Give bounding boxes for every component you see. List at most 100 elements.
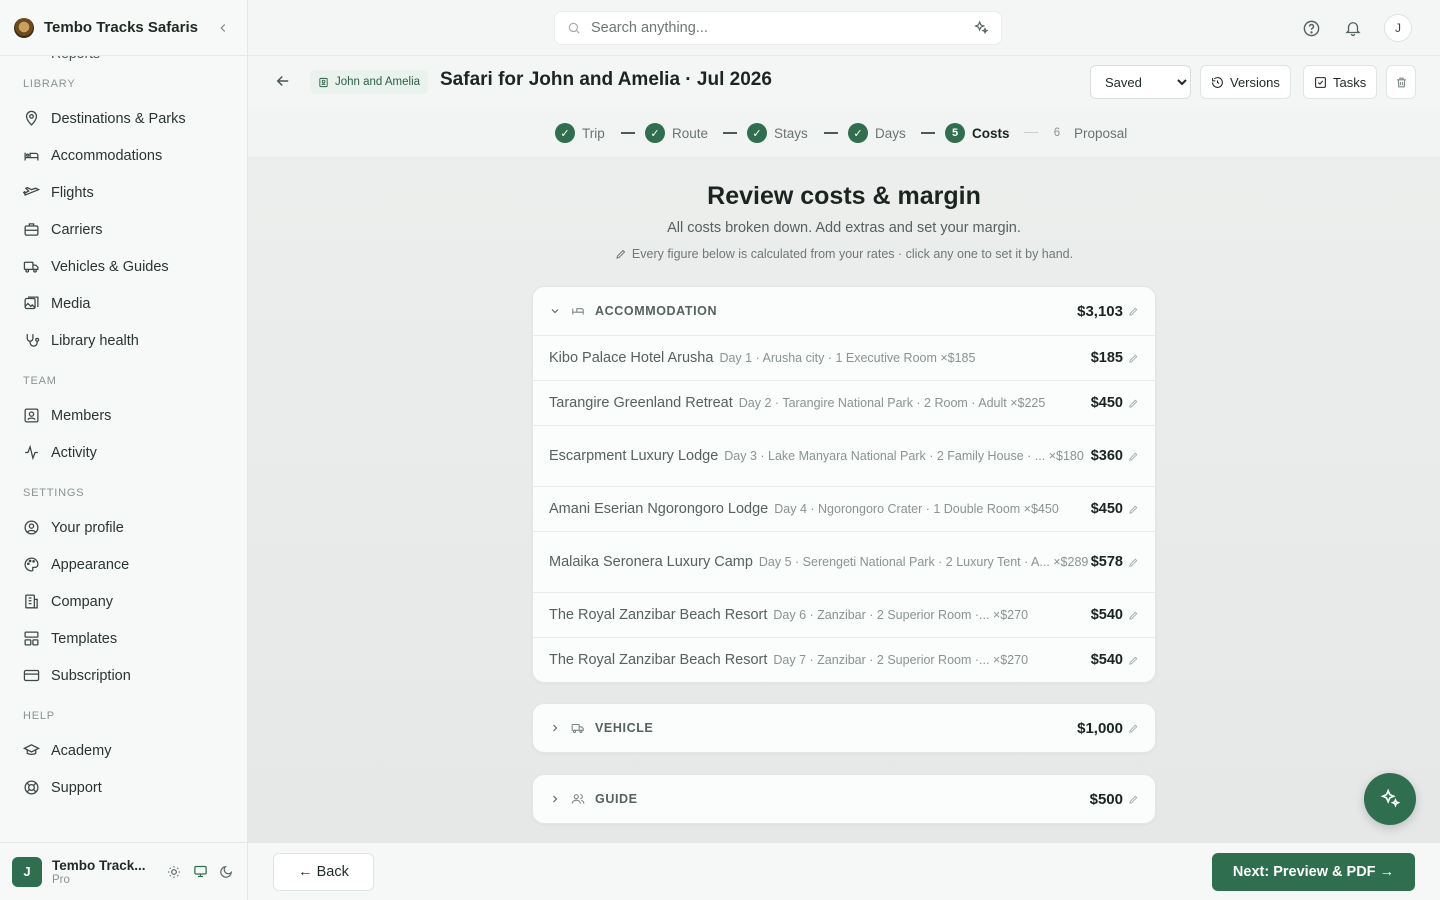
help-button[interactable] bbox=[1300, 17, 1322, 39]
sidebar-item-vehicles-guides[interactable]: Vehicles & Guides bbox=[0, 248, 247, 285]
workspace-avatar[interactable]: J bbox=[12, 856, 42, 887]
cost-row-description: Kibo Palace Hotel Arusha Day 1 · Arusha c… bbox=[549, 348, 1091, 368]
cost-amount[interactable]: $540 bbox=[1091, 652, 1123, 668]
category-total[interactable]: $3,103 bbox=[1077, 303, 1123, 320]
sidebar-item-your-profile[interactable]: Your profile bbox=[0, 509, 247, 546]
step-stays[interactable]: ✓ Stays bbox=[747, 122, 808, 144]
cost-amount[interactable]: $540 bbox=[1091, 607, 1123, 623]
theme-switcher bbox=[165, 863, 235, 881]
cost-row-description: The Royal Zanzibar Beach Resort Day 7 · Z… bbox=[549, 650, 1091, 670]
sidebar-item-appearance[interactable]: Appearance bbox=[0, 546, 247, 583]
sidebar-nav[interactable]: Reports LIBRARYDestinations & ParksAccom… bbox=[0, 40, 247, 842]
cost-row-description: Escarpment Luxury Lodge Day 3 · Lake Many… bbox=[549, 446, 1091, 466]
cost-amount[interactable]: $578 bbox=[1091, 554, 1123, 570]
edit-pencil-icon[interactable] bbox=[1128, 557, 1139, 568]
edit-pencil-icon[interactable] bbox=[1128, 504, 1139, 515]
map-pin-icon bbox=[22, 110, 40, 128]
sidebar-item-academy[interactable]: Academy bbox=[0, 732, 247, 769]
arrow-left-icon bbox=[276, 75, 289, 87]
sidebar-item-destinations-parks[interactable]: Destinations & Parks bbox=[0, 100, 247, 137]
accommodation-name: Escarpment Luxury Lodge bbox=[549, 448, 719, 464]
sidebar-item-members[interactable]: Members bbox=[0, 397, 247, 434]
back-button[interactable]: ← Back bbox=[273, 853, 374, 891]
sidebar-item-carriers[interactable]: Carriers bbox=[0, 211, 247, 248]
sidebar-item-templates[interactable]: Templates bbox=[0, 620, 247, 657]
sidebar-item-library-health[interactable]: Library health bbox=[0, 322, 247, 359]
status-select[interactable]: Saved bbox=[1090, 65, 1191, 99]
history-icon bbox=[1211, 76, 1224, 89]
next-preview-button[interactable]: Next: Preview & PDF → bbox=[1212, 853, 1415, 891]
search-input[interactable] bbox=[591, 20, 973, 36]
accommodation-name: Amani Eserian Ngorongoro Lodge bbox=[549, 501, 769, 517]
vehicle-header[interactable]: VEHICLE $1,000 bbox=[533, 704, 1155, 752]
sidebar-item-activity[interactable]: Activity bbox=[0, 434, 247, 471]
edit-pencil-icon[interactable] bbox=[1128, 610, 1139, 621]
light-theme-button[interactable] bbox=[165, 863, 183, 881]
page-subtitle: All costs broken down. Add extras and se… bbox=[667, 220, 1021, 236]
chevron-right-icon bbox=[549, 722, 563, 734]
trash-icon bbox=[1396, 77, 1406, 87]
accommodation-header[interactable]: ACCOMMODATION $3,103 bbox=[533, 287, 1155, 335]
sidebar-item-label: Templates bbox=[51, 630, 118, 647]
sidebar-item-company[interactable]: Company bbox=[0, 583, 247, 620]
client-chip[interactable]: John and Amelia bbox=[310, 70, 429, 94]
accommodation-name: The Royal Zanzibar Beach Resort bbox=[549, 607, 768, 623]
notifications-button[interactable] bbox=[1342, 17, 1364, 39]
search-bar[interactable] bbox=[554, 11, 1002, 45]
sidebar-item-flights[interactable]: Flights bbox=[0, 174, 247, 211]
sidebar-item-label: Company bbox=[51, 593, 114, 610]
sidebar-item-label: Vehicles & Guides bbox=[51, 258, 169, 275]
edit-pencil-icon[interactable] bbox=[1128, 655, 1139, 666]
edit-pencil-icon[interactable] bbox=[1128, 353, 1139, 364]
search-icon bbox=[568, 22, 580, 34]
ai-assistant-button[interactable] bbox=[1364, 773, 1416, 825]
edit-pencil-icon[interactable] bbox=[1128, 451, 1139, 462]
sidebar-item-accommodations[interactable]: Accommodations bbox=[0, 137, 247, 174]
collapse-sidebar-button[interactable] bbox=[213, 18, 233, 38]
delete-trip-button[interactable] bbox=[1386, 65, 1416, 99]
sidebar-section-library: LIBRARY bbox=[23, 78, 76, 90]
step-label: Costs bbox=[972, 125, 1010, 141]
user-avatar[interactable]: J bbox=[1384, 14, 1412, 42]
workspace-info[interactable]: Tembo Track... Pro bbox=[52, 858, 165, 886]
palette-icon bbox=[22, 556, 40, 574]
cost-amount[interactable]: $450 bbox=[1091, 395, 1123, 411]
edit-pencil-icon[interactable] bbox=[1128, 723, 1139, 734]
sparkles-icon[interactable] bbox=[973, 20, 989, 36]
briefcase-icon bbox=[22, 221, 40, 239]
edit-pencil-icon[interactable] bbox=[1128, 794, 1139, 805]
cost-row: The Royal Zanzibar Beach Resort Day 7 · Z… bbox=[533, 637, 1155, 682]
cost-amount[interactable]: $185 bbox=[1091, 350, 1123, 366]
dark-theme-button[interactable] bbox=[217, 863, 235, 881]
truck-icon bbox=[571, 721, 587, 735]
step-days[interactable]: ✓ Days bbox=[848, 122, 906, 144]
tasks-button[interactable]: Tasks bbox=[1303, 65, 1378, 99]
guide-header[interactable]: GUIDE $500 bbox=[533, 775, 1155, 823]
category-label: VEHICLE bbox=[595, 721, 654, 735]
sidebar-item-label: Appearance bbox=[51, 556, 130, 573]
step-trip[interactable]: ✓ Trip bbox=[555, 122, 605, 144]
step-route[interactable]: ✓ Route bbox=[645, 122, 708, 144]
accommodation-meta: Day 4 · Ngorongoro Crater · 1 Double Roo… bbox=[774, 502, 1059, 516]
edit-pencil-icon[interactable] bbox=[1128, 306, 1139, 317]
cost-amount[interactable]: $450 bbox=[1091, 501, 1123, 517]
sidebar-item-media[interactable]: Media bbox=[0, 285, 247, 322]
plane-icon bbox=[22, 184, 40, 202]
sidebar-item-subscription[interactable]: Subscription bbox=[0, 657, 247, 694]
edit-pencil-icon[interactable] bbox=[1128, 398, 1139, 409]
back-arrow-button[interactable] bbox=[274, 72, 294, 92]
check-icon: ✓ bbox=[645, 123, 665, 143]
category-total[interactable]: $1,000 bbox=[1077, 720, 1123, 737]
sidebar-item-support[interactable]: Support bbox=[0, 769, 247, 806]
system-theme-button[interactable] bbox=[191, 863, 209, 881]
step-costs[interactable]: 5 Costs bbox=[945, 122, 1010, 144]
activity-icon bbox=[22, 444, 40, 462]
category-label: GUIDE bbox=[595, 792, 638, 806]
versions-button[interactable]: Versions bbox=[1200, 65, 1291, 99]
sidebar-section-help: HELP bbox=[23, 710, 55, 722]
sidebar-item-label: Library health bbox=[51, 332, 139, 349]
check-square-icon bbox=[1314, 76, 1327, 89]
step-proposal[interactable]: 6 Proposal bbox=[1047, 122, 1128, 144]
cost-amount[interactable]: $360 bbox=[1091, 448, 1123, 464]
category-total[interactable]: $500 bbox=[1090, 791, 1123, 808]
